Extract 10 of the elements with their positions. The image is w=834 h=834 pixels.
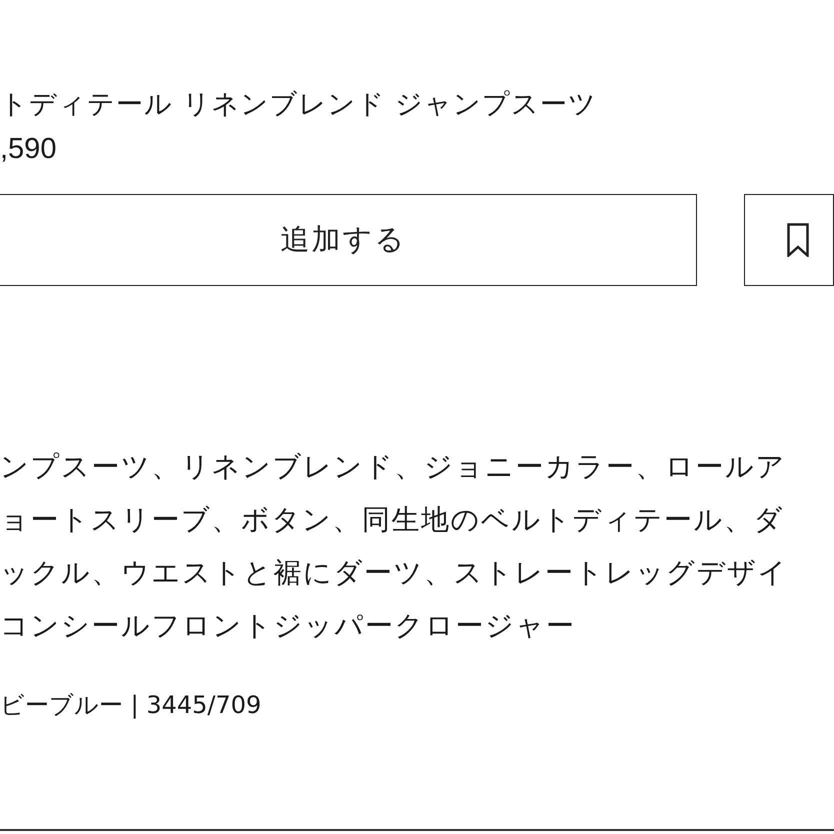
description-text: ョートスリーブ、ボタン、同生地のベルトディテール、ダ xyxy=(0,502,784,538)
color-reference: ビーブルー | 3445/709 xyxy=(0,690,262,721)
product-title: トディテール リネンブレンド ジャンプスーツ xyxy=(0,88,598,122)
description-text: ックル、ウエストと裾にダーツ、ストレートレッグデザイ xyxy=(0,555,788,591)
description-text: コンシールフロントジッパークロージャー xyxy=(0,608,576,644)
product-price: ,590 xyxy=(0,132,56,167)
bookmark-icon xyxy=(787,223,809,257)
wishlist-button[interactable] xyxy=(744,194,834,286)
add-button[interactable]: 追加する xyxy=(0,194,697,286)
description-text: ンプスーツ、リネンブレンド、ジョニーカラー、ロールア xyxy=(0,449,786,485)
